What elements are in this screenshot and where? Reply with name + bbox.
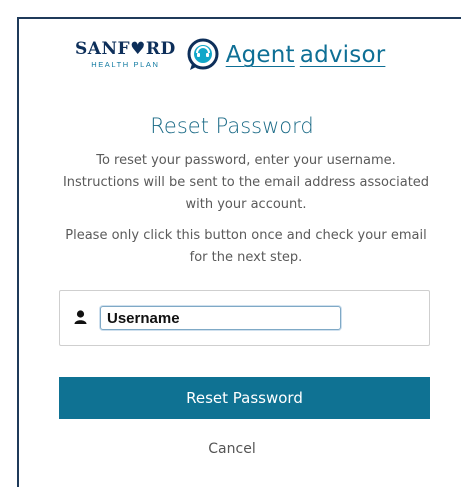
user-icon: [74, 310, 87, 324]
agent-text: Agent: [225, 42, 295, 68]
instructions-paragraph-2: Please only click this button once and c…: [65, 228, 427, 265]
username-input[interactable]: [100, 306, 341, 330]
sanford-logo: SANF♥RD HEALTH PLAN: [75, 39, 176, 70]
page-title: Reset Password: [150, 114, 314, 138]
instructions-paragraph-1: To reset your password, enter your usern…: [62, 153, 430, 212]
sanford-wordmark: SANF♥RD: [75, 39, 176, 59]
username-field-box: [59, 290, 430, 346]
reset-password-button[interactable]: Reset Password: [59, 377, 430, 419]
agent-advisor-wordmark: Agent advisor: [226, 42, 386, 68]
instructions: To reset your password, enter your usern…: [60, 150, 432, 278]
cancel-link[interactable]: Cancel: [0, 441, 464, 457]
chat-bubble-icon: [187, 38, 219, 70]
advisor-text: advisor: [299, 42, 386, 68]
health-plan-text: HEALTH PLAN: [91, 60, 160, 69]
logo-row: SANF♥RD HEALTH PLAN Agent advisor: [75, 38, 385, 72]
